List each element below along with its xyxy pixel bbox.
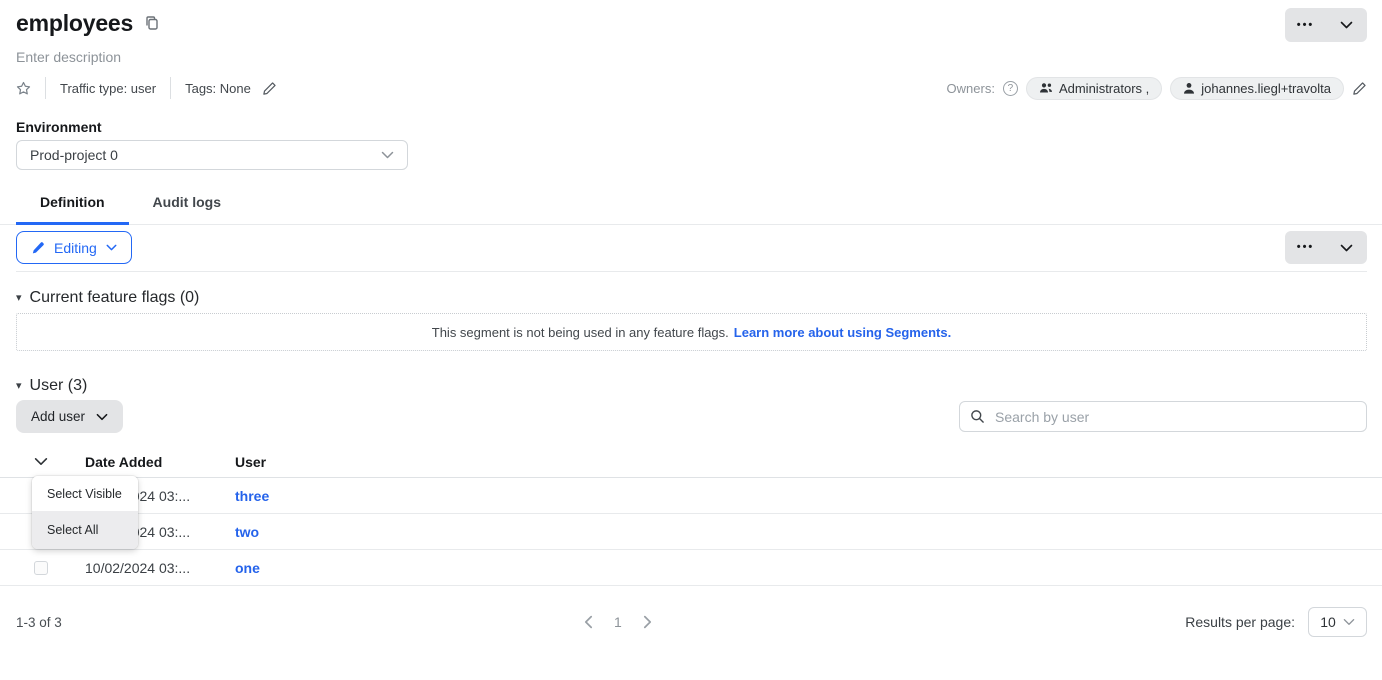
feature-flags-empty-state: This segment is not being used in any fe…	[16, 313, 1367, 351]
section-divider	[16, 271, 1367, 272]
chevron-down-icon	[1340, 244, 1353, 252]
page-number[interactable]: 1	[614, 614, 622, 630]
table-row: 10/02/2024 03:... three	[0, 478, 1382, 514]
add-user-button[interactable]: Add user	[16, 400, 123, 433]
editing-button-label: Editing	[54, 240, 97, 256]
page-title: employees	[16, 8, 133, 38]
chevron-down-icon	[96, 413, 108, 421]
copy-icon[interactable]	[144, 15, 160, 31]
owner-pill-label: Administrators ,	[1059, 81, 1149, 96]
search-input[interactable]	[993, 408, 1356, 426]
owners-label: Owners:	[947, 81, 995, 96]
ellipsis-icon: •••	[1297, 20, 1315, 31]
header-actions-group: •••	[1285, 8, 1367, 42]
results-per-page-select[interactable]: 10	[1308, 607, 1367, 637]
user-controls-row: Add user	[16, 400, 1367, 433]
collapse-triangle-icon: ▾	[16, 293, 22, 304]
tab-audit-logs[interactable]: Audit logs	[129, 194, 245, 224]
toolbar-row: Editing •••	[0, 231, 1382, 264]
results-per-page-value: 10	[1320, 614, 1336, 630]
menu-item-select-visible[interactable]: Select Visible	[32, 476, 138, 511]
divider	[170, 77, 171, 99]
chevron-down-icon	[1343, 618, 1355, 626]
owner-pill-user[interactable]: johannes.liegl+travolta	[1170, 77, 1344, 100]
traffic-type-label: Traffic type: user	[60, 81, 156, 96]
row-checkbox[interactable]	[34, 561, 48, 575]
user-section-header[interactable]: ▾ User (3)	[16, 377, 87, 395]
table-header-row: Date Added User	[0, 446, 1382, 478]
divider	[45, 77, 46, 99]
user-link[interactable]: one	[235, 560, 260, 576]
next-page-button[interactable]	[643, 615, 652, 629]
environment-selected-value: Prod-project 0	[30, 147, 118, 163]
menu-item-select-all[interactable]: Select All	[32, 511, 138, 549]
select-dropdown-menu: Select Visible Select All	[32, 476, 138, 549]
user-search-box	[959, 401, 1367, 432]
more-actions-button[interactable]: •••	[1285, 231, 1326, 264]
user-link[interactable]: two	[235, 524, 259, 540]
edit-tags-pencil-icon[interactable]	[262, 81, 277, 96]
environment-label: Environment	[16, 119, 1382, 135]
header-title-row: employees •••	[0, 0, 1382, 42]
results-per-page-label: Results per page:	[1185, 614, 1295, 630]
user-link[interactable]: three	[235, 488, 269, 504]
column-header-user[interactable]: User	[235, 454, 1367, 470]
editing-button[interactable]: Editing	[16, 231, 132, 264]
results-range-label: 1-3 of 3	[16, 615, 62, 630]
ellipsis-icon: •••	[1297, 242, 1315, 253]
meta-row: Traffic type: user Tags: None Owners: ? …	[0, 77, 1382, 99]
search-icon	[970, 409, 985, 424]
collapse-actions-button[interactable]	[1326, 8, 1367, 42]
owner-pill-label: johannes.liegl+travolta	[1201, 81, 1331, 96]
chevron-down-icon	[381, 151, 394, 159]
previous-page-button[interactable]	[584, 615, 593, 629]
collapse-actions-button[interactable]	[1326, 231, 1367, 264]
chevron-down-icon	[106, 244, 117, 251]
definition-actions-group: •••	[1285, 231, 1367, 264]
help-icon[interactable]: ?	[1003, 81, 1018, 96]
select-menu-trigger-icon[interactable]	[34, 457, 48, 466]
row-date-cell: 10/02/2024 03:...	[85, 560, 235, 576]
environment-select[interactable]: Prod-project 0	[16, 140, 408, 170]
feature-flags-section-title: Current feature flags (0)	[30, 289, 200, 307]
pencil-icon	[31, 241, 45, 255]
description-field[interactable]: Enter description	[16, 49, 121, 65]
chevron-down-icon	[1340, 21, 1353, 29]
more-actions-button[interactable]: •••	[1285, 8, 1326, 42]
collapse-triangle-icon: ▾	[16, 381, 22, 392]
column-header-date[interactable]: Date Added	[85, 454, 235, 470]
table-row: 10/02/2024 03:... two	[0, 514, 1382, 550]
user-section-title: User (3)	[30, 377, 88, 395]
tab-bar: Definition Audit logs	[0, 194, 1382, 225]
user-table: Date Added User 10/02/2024 03:... three …	[0, 446, 1382, 586]
pager: 1	[584, 606, 652, 638]
empty-state-message: This segment is not being used in any fe…	[432, 325, 729, 340]
edit-owners-pencil-icon[interactable]	[1352, 81, 1367, 96]
add-user-button-label: Add user	[31, 409, 85, 424]
table-row: 10/02/2024 03:... one	[0, 550, 1382, 586]
feature-flags-section-header[interactable]: ▾ Current feature flags (0)	[16, 289, 199, 307]
tab-definition[interactable]: Definition	[16, 194, 129, 224]
star-icon[interactable]	[16, 81, 31, 96]
learn-more-link[interactable]: Learn more about using Segments.	[734, 325, 951, 340]
owner-pill-administrators[interactable]: Administrators ,	[1026, 77, 1162, 100]
person-icon	[1183, 82, 1195, 95]
pagination-bar: 1-3 of 3 1 Results per page: 10	[16, 606, 1367, 638]
tags-label: Tags: None	[185, 81, 251, 96]
group-icon	[1039, 82, 1053, 94]
